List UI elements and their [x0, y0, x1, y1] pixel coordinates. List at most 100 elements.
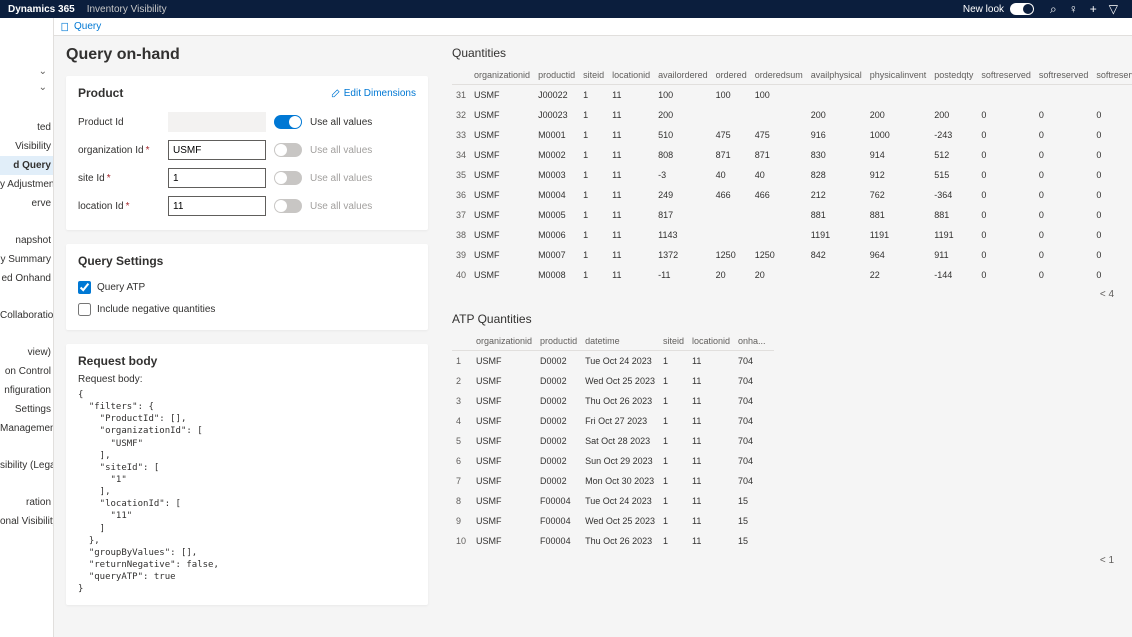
- new-look-label: New look: [963, 4, 1004, 15]
- sidebar-item[interactable]: d Query: [0, 156, 53, 175]
- sidebar-item[interactable]: ted: [0, 118, 53, 137]
- sidebar-item[interactable]: napshot: [0, 231, 53, 250]
- site-id-label: site Id*: [78, 173, 168, 184]
- sidebar-item[interactable]: erve: [0, 194, 53, 213]
- filter-icon[interactable]: ▽: [1109, 2, 1118, 16]
- table-row[interactable]: 32USMFJ00023111200200200200000: [452, 105, 1132, 125]
- table-row[interactable]: 10USMFF00004Thu Oct 26 202311115: [452, 531, 774, 551]
- query-atp-label: Query ATP: [97, 282, 145, 293]
- column-header[interactable]: [452, 332, 476, 351]
- org-id-toggle[interactable]: [274, 143, 302, 157]
- table-row[interactable]: 1USMFD0002Tue Oct 24 2023111704: [452, 351, 774, 372]
- table-row[interactable]: 3USMFD0002Thu Oct 26 2023111704: [452, 391, 774, 411]
- org-id-input[interactable]: [168, 140, 266, 160]
- org-id-use-all: Use all values: [310, 145, 372, 156]
- table-row[interactable]: 33USMFM00011115104754759161000-243000: [452, 125, 1132, 145]
- column-header[interactable]: softreserv: [1096, 66, 1132, 85]
- column-header[interactable]: organizationid: [476, 332, 540, 351]
- quantities-title: Quantities: [452, 46, 1132, 60]
- sidebar-item[interactable]: Management: [0, 419, 53, 438]
- table-row[interactable]: 34USMFM0002111808871871830914512000: [452, 145, 1132, 165]
- edit-dimensions-link[interactable]: Edit Dimensions: [331, 88, 416, 99]
- sidebar-item[interactable]: sibility (Legacy: [0, 456, 53, 475]
- request-body-card: Request body Request body: { "filters": …: [66, 344, 428, 605]
- sidebar-item[interactable]: y Adjustment: [0, 175, 53, 194]
- table-row[interactable]: 6USMFD0002Sun Oct 29 2023111704: [452, 451, 774, 471]
- table-row[interactable]: 40USMFM0008111-11202022-144000: [452, 265, 1132, 285]
- column-header[interactable]: postedqty: [934, 66, 981, 85]
- product-card: Product Edit Dimensions Product Id Use a…: [66, 76, 428, 230]
- tab-label: Query: [74, 21, 101, 32]
- sidebar-item[interactable]: nfiguration: [0, 381, 53, 400]
- table-row[interactable]: 2USMFD0002Wed Oct 25 2023111704: [452, 371, 774, 391]
- column-header[interactable]: softreserved: [981, 66, 1039, 85]
- sidebar-item[interactable]: y Summary: [0, 250, 53, 269]
- tab-query[interactable]: Query: [60, 21, 101, 32]
- site-id-input[interactable]: [168, 168, 266, 188]
- page-title: Query on-hand: [66, 46, 428, 64]
- table-row[interactable]: 8USMFF00004Tue Oct 24 202311115: [452, 491, 774, 511]
- site-id-use-all: Use all values: [310, 173, 372, 184]
- column-header[interactable]: onha...: [738, 332, 774, 351]
- table-row[interactable]: 35USMFM0003111-34040828912515000: [452, 165, 1132, 185]
- quantities-pager[interactable]: < 4: [452, 285, 1132, 304]
- table-row[interactable]: 39USMFM0007111137212501250842964911000: [452, 245, 1132, 265]
- sidebar-item[interactable]: onal Visibility: [0, 512, 53, 531]
- sidebar: ⌄ ⌄ ted Visibilityd Queryy Adjustmenterv…: [0, 18, 54, 637]
- column-header[interactable]: siteid: [583, 66, 612, 85]
- sidebar-item[interactable]: Visibility: [0, 137, 53, 156]
- atp-pager[interactable]: < 1: [452, 551, 1132, 570]
- quantities-table: organizationidproductidsiteidlocationida…: [452, 66, 1132, 285]
- module-label: Inventory Visibility: [87, 4, 167, 15]
- table-row[interactable]: 38USMFM00061111143119111911191000: [452, 225, 1132, 245]
- sidebar-item[interactable]: Settings: [0, 400, 53, 419]
- product-card-title: Product: [78, 86, 123, 100]
- column-header[interactable]: productid: [540, 332, 585, 351]
- column-header[interactable]: locationid: [692, 332, 738, 351]
- sidebar-item[interactable]: view): [0, 343, 53, 362]
- column-header[interactable]: orderedsum: [755, 66, 811, 85]
- table-row[interactable]: 7USMFD0002Mon Oct 30 2023111704: [452, 471, 774, 491]
- column-header[interactable]: softreserved: [1039, 66, 1097, 85]
- column-header[interactable]: ordered: [716, 66, 755, 85]
- column-header[interactable]: physicalinvent: [870, 66, 935, 85]
- query-atp-checkbox[interactable]: [78, 281, 91, 294]
- table-row[interactable]: 31USMFJ00022111100100100: [452, 85, 1132, 106]
- table-row[interactable]: 9USMFF00004Wed Oct 25 202311115: [452, 511, 774, 531]
- table-row[interactable]: 4USMFD0002Fri Oct 27 2023111704: [452, 411, 774, 431]
- sidebar-item[interactable]: on Control: [0, 362, 53, 381]
- location-id-toggle[interactable]: [274, 199, 302, 213]
- table-row[interactable]: 5USMFD0002Sat Oct 28 2023111704: [452, 431, 774, 451]
- location-id-input[interactable]: [168, 196, 266, 216]
- column-header[interactable]: availphysical: [811, 66, 870, 85]
- product-id-toggle[interactable]: [274, 115, 302, 129]
- tab-bar: Query: [54, 18, 1132, 36]
- atp-table-wrap[interactable]: organizationidproductiddatetimesiteidloc…: [452, 332, 1132, 551]
- column-header[interactable]: siteid: [663, 332, 692, 351]
- include-negative-checkbox[interactable]: [78, 303, 91, 316]
- column-header[interactable]: datetime: [585, 332, 663, 351]
- location-id-use-all: Use all values: [310, 201, 372, 212]
- column-header[interactable]: [452, 66, 474, 85]
- location-id-label: location Id*: [78, 201, 168, 212]
- site-id-toggle[interactable]: [274, 171, 302, 185]
- column-header[interactable]: productid: [538, 66, 583, 85]
- sidebar-item[interactable]: Collaboration: [0, 306, 53, 325]
- sidebar-item[interactable]: ration: [0, 493, 53, 512]
- column-header[interactable]: availordered: [658, 66, 716, 85]
- document-icon: [60, 22, 70, 32]
- atp-title: ATP Quantities: [452, 312, 1132, 326]
- column-header[interactable]: locationid: [612, 66, 658, 85]
- search-icon[interactable]: ⌕: [1050, 2, 1057, 17]
- add-icon[interactable]: +: [1090, 2, 1097, 16]
- new-look-toggle[interactable]: [1010, 3, 1034, 15]
- top-bar: Dynamics 365 Inventory Visibility New lo…: [0, 0, 1132, 18]
- sidebar-item[interactable]: ed Onhand: [0, 269, 53, 288]
- column-header[interactable]: organizationid: [474, 66, 538, 85]
- lightbulb-icon[interactable]: ♀: [1069, 2, 1078, 16]
- chevron-down-icon[interactable]: ⌄: [39, 82, 47, 93]
- quantities-table-wrap[interactable]: organizationidproductidsiteidlocationida…: [452, 66, 1132, 285]
- table-row[interactable]: 37USMFM0005111817881881881000: [452, 205, 1132, 225]
- chevron-down-icon[interactable]: ⌄: [39, 66, 47, 77]
- table-row[interactable]: 36USMFM0004111249466466212762-364000: [452, 185, 1132, 205]
